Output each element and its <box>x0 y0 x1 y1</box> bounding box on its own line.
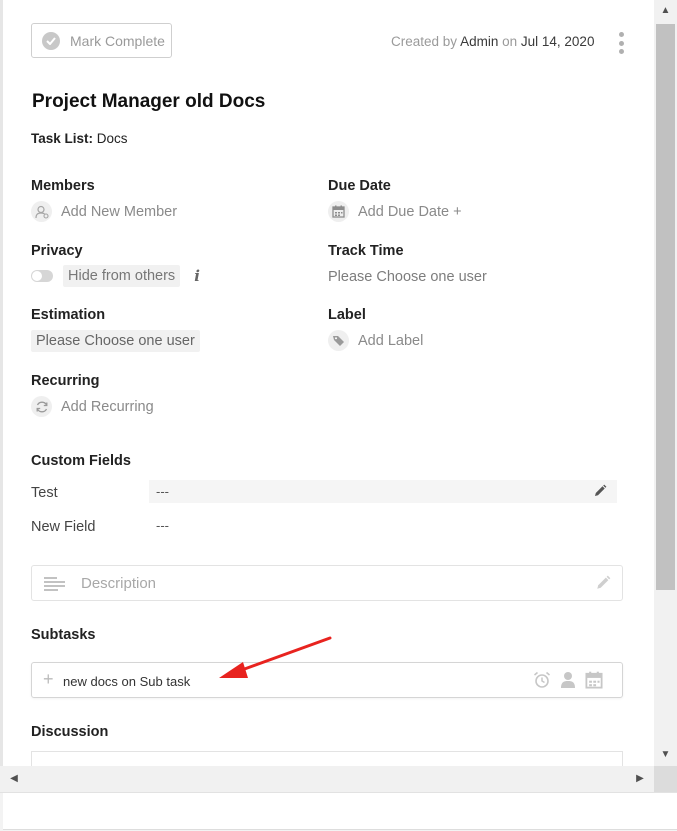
task-list-value[interactable]: Docs <box>97 131 128 146</box>
mark-complete-label: Mark Complete <box>70 32 165 49</box>
scroll-left-icon[interactable]: ◀ <box>4 766 24 792</box>
check-circle-icon <box>42 31 60 50</box>
add-member-label: Add New Member <box>61 203 178 220</box>
add-due-date-label: Add Due Date + <box>358 203 462 220</box>
description-box[interactable]: Description <box>31 565 623 601</box>
bottom-strip <box>0 792 677 831</box>
text-align-icon <box>44 577 66 596</box>
estimation-label: Estimation <box>31 307 106 323</box>
estimation-value: Please Choose one user <box>31 330 200 352</box>
add-member-button[interactable]: Add New Member <box>31 201 177 222</box>
created-prefix: Created by <box>391 34 458 49</box>
user-icon[interactable] <box>560 671 576 694</box>
task-modal: Mark Complete Created by Admin on Jul 14… <box>3 0 653 792</box>
discussion-heading: Discussion <box>31 724 109 740</box>
due-date-label: Due Date <box>328 178 391 194</box>
created-by-user[interactable]: Admin <box>460 34 498 49</box>
custom-field-value[interactable]: --- <box>156 518 169 533</box>
task-title[interactable]: Project Manager old Docs <box>32 91 265 113</box>
description-placeholder: Description <box>81 575 157 592</box>
track-time-value[interactable]: Please Choose one user <box>328 269 487 285</box>
custom-field-value: --- <box>156 484 169 499</box>
horizontal-scrollbar[interactable]: ◀ ▶ <box>0 766 654 792</box>
pencil-icon[interactable] <box>595 575 611 596</box>
created-on-word: on <box>502 34 518 49</box>
hide-from-others-label[interactable]: Hide from others <box>63 265 181 287</box>
privacy-toggle[interactable] <box>31 270 53 282</box>
created-date: Jul 14, 2020 <box>520 34 595 49</box>
scroll-down-icon[interactable]: ▼ <box>654 744 677 766</box>
members-label: Members <box>31 178 95 194</box>
info-icon[interactable]: i <box>194 267 200 285</box>
user-settings-icon <box>31 201 52 222</box>
privacy-toggle-group: Hide from others i <box>31 265 200 287</box>
refresh-icon <box>31 396 52 417</box>
add-due-date-button[interactable]: Add Due Date + <box>328 201 462 222</box>
custom-fields-heading: Custom Fields <box>31 453 131 469</box>
recurring-label: Recurring <box>31 373 100 389</box>
estimation-field[interactable]: Please Choose one user <box>31 330 200 352</box>
add-label-button[interactable]: Add Label <box>328 330 423 351</box>
subtask-input[interactable] <box>63 671 443 691</box>
custom-field-name: Test <box>31 485 58 501</box>
scrollbar-corner <box>654 766 677 792</box>
custom-field-name: New Field <box>31 519 96 535</box>
plus-icon: + <box>43 669 54 689</box>
add-label-label: Add Label <box>358 332 424 349</box>
calendar-icon <box>328 201 349 222</box>
add-recurring-label: Add Recurring <box>61 398 154 415</box>
label-label: Label <box>328 307 366 323</box>
calendar-icon[interactable] <box>585 671 603 694</box>
scroll-right-icon[interactable]: ▶ <box>630 766 650 792</box>
add-recurring-button[interactable]: Add Recurring <box>31 396 154 417</box>
privacy-label: Privacy <box>31 243 83 259</box>
subtask-input-box: + <box>31 662 623 698</box>
subtasks-heading: Subtasks <box>31 627 96 643</box>
pencil-icon[interactable] <box>593 484 607 503</box>
task-list-info: Task List: Docs <box>31 131 128 146</box>
more-options-icon[interactable] <box>616 32 626 54</box>
custom-field-test-input[interactable] <box>149 480 617 503</box>
vertical-scrollbar[interactable]: ▲ ▼ <box>654 0 677 766</box>
created-info: Created by Admin on Jul 14, 2020 <box>391 34 594 49</box>
task-list-label: Task List: <box>31 131 94 146</box>
alarm-clock-icon[interactable] <box>533 671 551 694</box>
scroll-up-icon[interactable]: ▲ <box>654 0 677 22</box>
track-time-label: Track Time <box>328 243 404 259</box>
vertical-scroll-thumb[interactable] <box>656 24 675 590</box>
tag-icon <box>328 330 349 351</box>
mark-complete-button[interactable]: Mark Complete <box>31 23 172 58</box>
